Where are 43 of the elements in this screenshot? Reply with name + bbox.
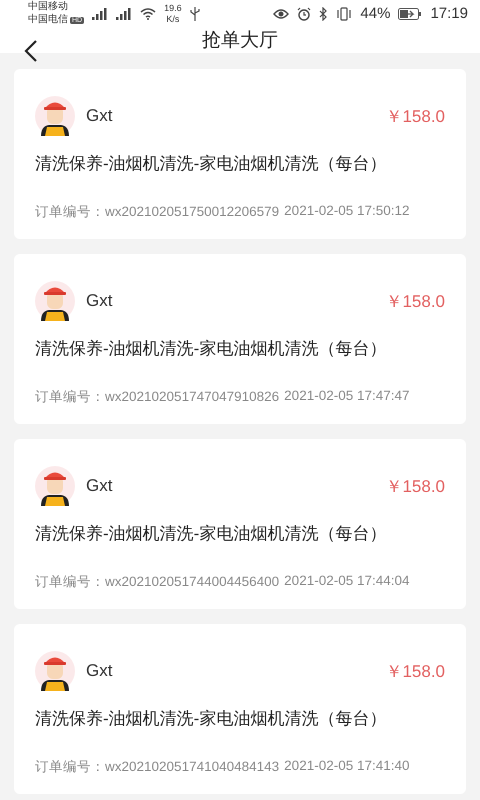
- network-speed: 19.6 K/s: [164, 2, 182, 24]
- order-time: 2021-02-05 17:41:40: [284, 758, 410, 775]
- customer-name: Gxt: [86, 476, 112, 496]
- avatar-icon: [35, 466, 75, 506]
- order-time: 2021-02-05 17:47:47: [284, 388, 410, 405]
- avatar-icon: [35, 281, 75, 321]
- bluetooth-icon: [319, 6, 328, 20]
- order-price: ￥158.0: [385, 476, 445, 498]
- page-title: 抢单大厅: [202, 29, 278, 53]
- service-title: 清洗保养-油烟机清洗-家电油烟机清洗（每台）: [35, 338, 388, 360]
- order-number: 订单编号：wx202102051747047910826: [35, 388, 280, 406]
- customer-name: Gxt: [86, 106, 112, 126]
- vibrate-icon: [336, 6, 352, 20]
- carrier-label: 中国电信: [28, 14, 68, 25]
- customer-name: Gxt: [86, 661, 112, 681]
- order-time: 2021-02-05 17:50:12: [284, 203, 410, 220]
- wifi-icon: [140, 8, 156, 20]
- avatar-icon: [35, 96, 75, 136]
- order-card[interactable]: Gxt ￥158.0 清洗保养-油烟机清洗-家电油烟机清洗（每台） 订单编号：wx202102051747047910826 2021-02-05 17:47:47: [14, 254, 466, 424]
- alarm-icon: [297, 6, 312, 20]
- usb-icon: [190, 6, 200, 20]
- order-number: 订单编号：wx202102051741040484143: [35, 758, 280, 776]
- service-title: 清洗保养-油烟机清洗-家电油烟机清洗（每台）: [35, 708, 388, 730]
- service-title: 清洗保养-油烟机清洗-家电油烟机清洗（每台）: [35, 523, 388, 545]
- order-number: 订单编号：wx202102051750012206579: [35, 203, 280, 221]
- clock: 17:19: [430, 5, 468, 22]
- avatar-icon: [35, 651, 75, 691]
- order-time: 2021-02-05 17:44:04: [284, 573, 410, 590]
- eye-icon: [273, 8, 290, 20]
- order-price: ￥158.0: [385, 290, 445, 312]
- customer-name: Gxt: [86, 291, 112, 311]
- service-title: 清洗保养-油烟机清洗-家电油烟机清洗（每台）: [35, 153, 388, 175]
- order-card[interactable]: Gxt ￥158.0 清洗保养-油烟机清洗-家电油烟机清洗（每台） 订单编号：wx202102051750012206579 2021-02-05 17:50:12: [14, 69, 466, 239]
- carrier-label: 中国移动: [28, 0, 69, 13]
- order-price: ￥158.0: [385, 106, 445, 128]
- signal-icon: [92, 8, 108, 20]
- order-price: ￥158.0: [385, 660, 445, 682]
- order-card[interactable]: Gxt ￥158.0 清洗保养-油烟机清洗-家电油烟机清洗（每台） 订单编号：wx202102051741040484143 2021-02-05 17:41:40: [14, 624, 466, 794]
- battery-percent: 44%: [360, 5, 390, 22]
- signal-icon: [116, 8, 132, 20]
- order-number: 订单编号：wx202102051744004456400: [35, 573, 280, 591]
- battery-charging-icon: [398, 8, 422, 20]
- order-card[interactable]: Gxt ￥158.0 清洗保养-油烟机清洗-家电油烟机清洗（每台） 订单编号：wx202102051744004456400 2021-02-05 17:44:04: [14, 439, 466, 609]
